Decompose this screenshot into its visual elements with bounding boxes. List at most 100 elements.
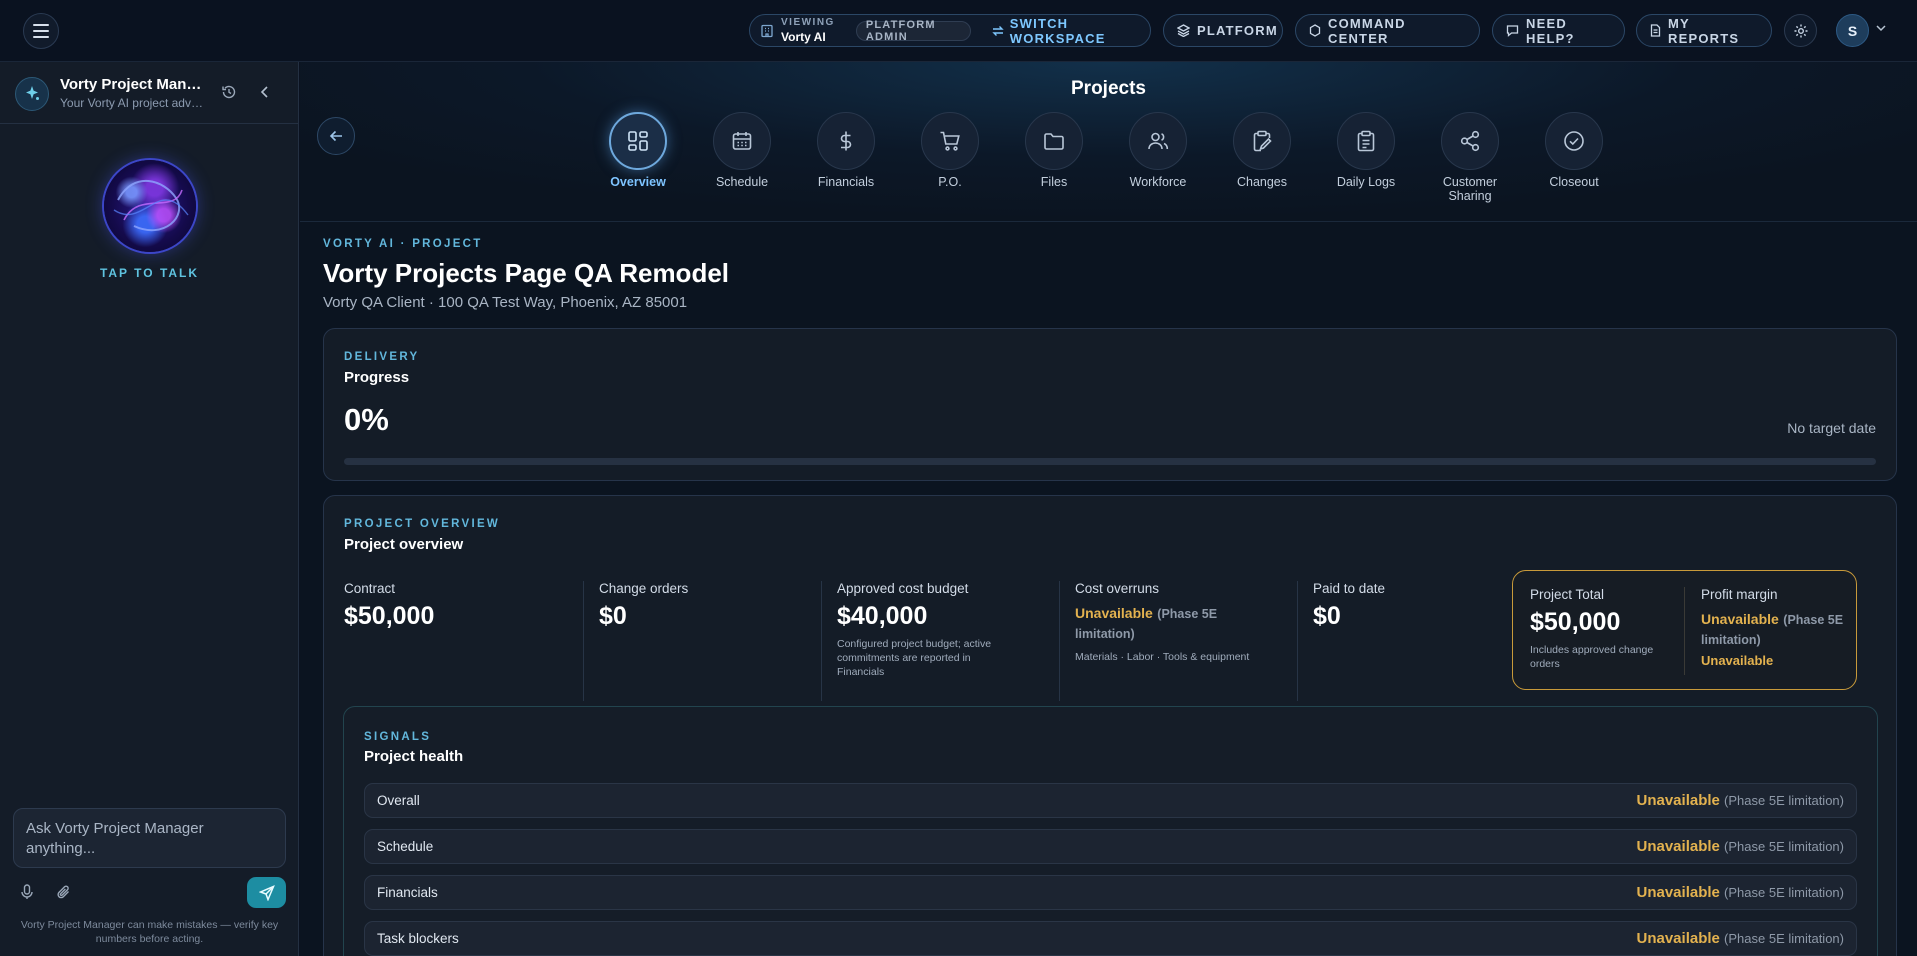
budget-metric: Approved cost budget $40,000 Configured …	[837, 581, 1017, 701]
tab-label: Schedule	[715, 175, 769, 189]
tab-daily-logs[interactable]: Daily Logs	[1314, 112, 1418, 189]
total-note: Includes approved change orders	[1530, 644, 1654, 670]
tab-label: Changes	[1236, 175, 1288, 189]
delivery-eyebrow: DELIVERY	[344, 351, 420, 363]
tap-to-talk-label[interactable]: TAP TO TALK	[0, 266, 299, 280]
progress-bar	[344, 458, 1876, 465]
budget-label: Approved cost budget	[837, 581, 969, 596]
cost-overruns-metric: Cost overruns Unavailable (Phase 5E limi…	[1075, 581, 1270, 701]
workforce-tab-icon-wrap	[1129, 112, 1187, 170]
voice-orb[interactable]	[104, 160, 196, 252]
switch-workspace-button[interactable]: SWITCH WORKSPACE	[992, 16, 1137, 46]
delivery-card: DELIVERY Progress 0% No target date	[323, 328, 1897, 481]
contract-metric: Contract $50,000	[344, 581, 574, 701]
changes-tab-icon-wrap	[1233, 112, 1291, 170]
divider	[583, 581, 584, 701]
project-eyebrow: VORTY AI · PROJECT	[323, 238, 483, 250]
command-center-label: COMMAND CENTER	[1328, 15, 1406, 46]
chat-bubble-icon	[1506, 25, 1519, 37]
health-row-task-blockers: Task blockers Unavailable (Phase 5E limi…	[364, 921, 1857, 956]
viewing-workspace: Vorty AI	[781, 30, 826, 44]
assistant-logo	[15, 77, 49, 111]
contract-label: Contract	[344, 581, 396, 596]
cart-icon	[940, 131, 960, 151]
paid-value: $0	[1313, 602, 1341, 630]
platform-button[interactable]: PLATFORM	[1163, 14, 1283, 47]
plasma-swirl	[113, 180, 189, 232]
microphone-icon[interactable]	[20, 884, 34, 900]
history-icon[interactable]	[221, 84, 237, 100]
tab-po[interactable]: P.O.	[898, 112, 1002, 189]
chat-input[interactable]: Ask Vorty Project Manager anything...	[13, 808, 286, 868]
paid-to-date-metric: Paid to date $0	[1313, 581, 1493, 701]
tab-workforce[interactable]: Workforce	[1106, 112, 1210, 189]
tab-files[interactable]: Files	[1002, 112, 1106, 189]
send-button[interactable]	[247, 877, 286, 908]
signals-title: Project health	[364, 748, 464, 765]
main-content: Projects Overview Schedule Financials P.…	[300, 62, 1917, 956]
command-center-button[interactable]: COMMAND CENTER	[1295, 14, 1480, 47]
layers-icon	[1177, 24, 1190, 37]
divider	[1059, 581, 1060, 701]
check-circle-icon	[1564, 131, 1584, 151]
change-orders-value: $0	[599, 602, 627, 630]
need-help-label: NEED HELP?	[1526, 15, 1575, 46]
project-overview-card: PROJECT OVERVIEW Project overview Contra…	[323, 495, 1897, 956]
tab-schedule[interactable]: Schedule	[690, 112, 794, 189]
settings-button[interactable]	[1784, 14, 1817, 47]
assistant-sidebar: Vorty Project Manager Your Vorty AI proj…	[0, 62, 299, 956]
top-bar: VIEWING Vorty AI PLATFORM ADMIN SWITCH W…	[0, 0, 1917, 62]
signals-eyebrow: SIGNALS	[364, 731, 432, 743]
divider	[1297, 581, 1298, 701]
calendar-icon	[732, 132, 752, 150]
hexagon-icon	[1309, 24, 1321, 37]
overruns-note: Materials · Labor · Tools & equipment	[1075, 651, 1250, 663]
change-orders-label: Change orders	[599, 581, 689, 596]
tab-financials[interactable]: Financials	[794, 112, 898, 189]
margin-label: Profit margin	[1701, 587, 1778, 602]
closeout-tab-icon-wrap	[1545, 112, 1603, 170]
tab-customer-sharing[interactable]: Customer Sharing	[1418, 112, 1522, 203]
project-total-box: Project Total $50,000 Includes approved …	[1512, 570, 1857, 690]
health-name: Task blockers	[377, 931, 459, 946]
health-status-text: Unavailable	[1636, 838, 1720, 855]
user-avatar[interactable]: S	[1836, 14, 1869, 47]
tab-label: Daily Logs	[1336, 175, 1396, 189]
daily-logs-tab-icon-wrap	[1337, 112, 1395, 170]
files-tab-icon-wrap	[1025, 112, 1083, 170]
financials-tab-icon-wrap	[817, 112, 875, 170]
project-total: Project Total $50,000 Includes approved …	[1530, 587, 1680, 671]
collapse-sidebar-icon[interactable]	[260, 85, 269, 99]
tab-overview[interactable]: Overview	[586, 112, 690, 189]
overview-title: Project overview	[344, 536, 464, 553]
tab-closeout[interactable]: Closeout	[1522, 112, 1626, 189]
tab-label: Financials	[817, 175, 875, 189]
project-nav: Projects Overview Schedule Financials P.…	[300, 62, 1917, 222]
assistant-header: Vorty Project Manager Your Vorty AI proj…	[0, 62, 299, 124]
overruns-label: Cost overruns	[1075, 581, 1160, 596]
document-icon	[1650, 24, 1661, 37]
health-status-text: Unavailable	[1636, 792, 1720, 809]
health-phase: (Phase 5E limitation)	[1724, 793, 1844, 808]
folder-icon	[1044, 133, 1064, 150]
menu-button[interactable]	[23, 13, 59, 49]
paperclip-icon[interactable]	[56, 884, 71, 900]
ai-disclaimer: Vorty Project Manager can make mistakes …	[20, 919, 279, 945]
health-name: Schedule	[377, 839, 434, 854]
chevron-down-icon[interactable]	[1876, 24, 1886, 32]
my-reports-button[interactable]: MY REPORTS	[1636, 14, 1772, 47]
health-phase: (Phase 5E limitation)	[1724, 885, 1844, 900]
health-status: Unavailable (Phase 5E limitation)	[1637, 884, 1845, 901]
total-value: $50,000	[1530, 608, 1621, 636]
my-reports-label: MY REPORTS	[1668, 15, 1740, 46]
tab-label: P.O.	[938, 175, 962, 189]
need-help-button[interactable]: NEED HELP?	[1492, 14, 1625, 47]
back-button[interactable]	[317, 117, 355, 155]
tab-changes[interactable]: Changes	[1210, 112, 1314, 189]
platform-label: PLATFORM	[1197, 23, 1278, 38]
hamburger-icon	[33, 24, 49, 38]
assistant-name: Vorty Project Manager	[60, 76, 205, 93]
delivery-title: Progress	[344, 369, 410, 386]
overview-tab-icon-wrap	[609, 112, 667, 170]
health-row-schedule: Schedule Unavailable (Phase 5E limitatio…	[364, 829, 1857, 864]
